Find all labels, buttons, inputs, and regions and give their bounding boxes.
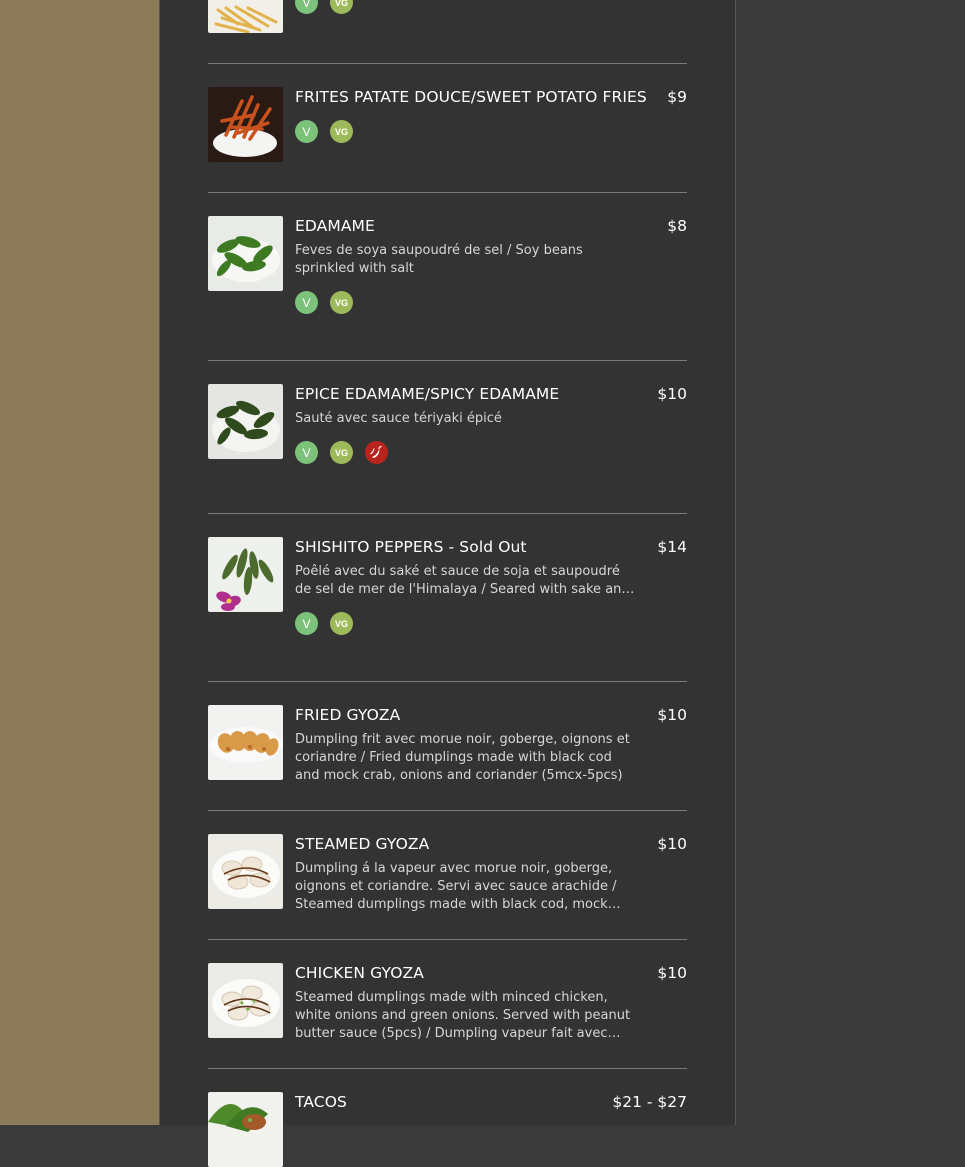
item-description: Sauté avec sauce tériyaki épicé (295, 411, 502, 426)
item-name: EDAMAME (295, 217, 375, 235)
tacos-photo (208, 1092, 283, 1167)
vegetarian-badge: VG (330, 612, 353, 635)
menu-item-chicken-gyoza[interactable]: CHICKEN GYOZA $10 Steamed dumplings made… (208, 963, 687, 1043)
item-name: CHICKEN GYOZA (295, 964, 424, 982)
sweet-potato-fries-photo (208, 87, 283, 162)
item-price: $10 (657, 835, 687, 853)
vegan-badge: V (295, 291, 318, 314)
item-description: Steamed dumplings made with minced chick… (295, 990, 631, 1041)
item-divider (208, 513, 687, 514)
item-price: $21 - $27 (612, 1093, 687, 1111)
menu-item-fries[interactable]: V VG (208, 0, 687, 33)
left-sidebar (0, 0, 160, 1125)
item-description: Dumpling á la vapeur avec morue noir, go… (295, 861, 617, 912)
fries-photo (208, 0, 283, 33)
vegan-badge: V (295, 612, 318, 635)
vegetarian-badge: VG (330, 120, 353, 143)
menu-item-steamed-gyoza[interactable]: STEAMED GYOZA $10 Dumpling á la vapeur a… (208, 834, 687, 914)
menu-item-shishito-peppers[interactable]: SHISHITO PEPPERS - Sold Out $14 Poêlé av… (208, 537, 687, 647)
item-description: Dumpling frit avec morue noir, goberge, … (295, 732, 630, 783)
item-name: TACOS (295, 1093, 347, 1111)
shishito-photo (208, 537, 283, 612)
item-divider (208, 939, 687, 940)
item-description: Poêlé avec du saké et sauce de soja et s… (295, 564, 630, 597)
item-name: STEAMED GYOZA (295, 835, 430, 853)
item-divider (208, 1068, 687, 1069)
menu-item-tacos[interactable]: TACOS $21 - $27 (208, 1092, 687, 1167)
item-divider (208, 681, 687, 682)
menu-item-sweet-potato-fries[interactable]: FRITES PATATE DOUCE/SWEET POTATO FRIES $… (208, 87, 687, 162)
vegan-badge: V (295, 120, 318, 143)
item-price: $10 (657, 964, 687, 982)
steamed-gyoza-photo (208, 834, 283, 909)
item-name: FRITES PATATE DOUCE/SWEET POTATO FRIES (295, 88, 647, 106)
vegan-badge: V (295, 441, 318, 464)
vegan-badge: V (295, 0, 318, 14)
right-background (736, 0, 965, 1125)
chicken-gyoza-photo (208, 963, 283, 1038)
item-price: $9 (667, 88, 687, 106)
item-description: Feves de soya saupoudré de sel / Soy bea… (295, 243, 583, 276)
vegetarian-badge: VG (330, 291, 353, 314)
item-name: SHISHITO PEPPERS - Sold Out (295, 538, 527, 556)
menu-item-spicy-edamame[interactable]: EPICE EDAMAME/SPICY EDAMAME $10 Sauté av… (208, 384, 687, 484)
spicy-edamame-photo (208, 384, 283, 459)
item-name: FRIED GYOZA (295, 706, 401, 724)
item-divider (208, 63, 687, 64)
edamame-photo (208, 216, 283, 291)
item-price: $10 (657, 385, 687, 403)
item-price: $10 (657, 706, 687, 724)
item-divider (208, 360, 687, 361)
item-price: $8 (667, 217, 687, 235)
item-price: $14 (657, 538, 687, 556)
menu-item-fried-gyoza[interactable]: FRIED GYOZA $10 Dumpling frit avec morue… (208, 705, 687, 785)
vegetarian-badge: VG (330, 0, 353, 14)
item-name: EPICE EDAMAME/SPICY EDAMAME (295, 385, 560, 403)
item-divider (208, 810, 687, 811)
fried-gyoza-photo (208, 705, 283, 780)
vegetarian-badge: VG (330, 441, 353, 464)
item-divider (208, 192, 687, 193)
pepper-icon (365, 441, 388, 464)
menu-item-edamame[interactable]: EDAMAME $8 Feves de soya saupoudré de se… (208, 216, 687, 326)
